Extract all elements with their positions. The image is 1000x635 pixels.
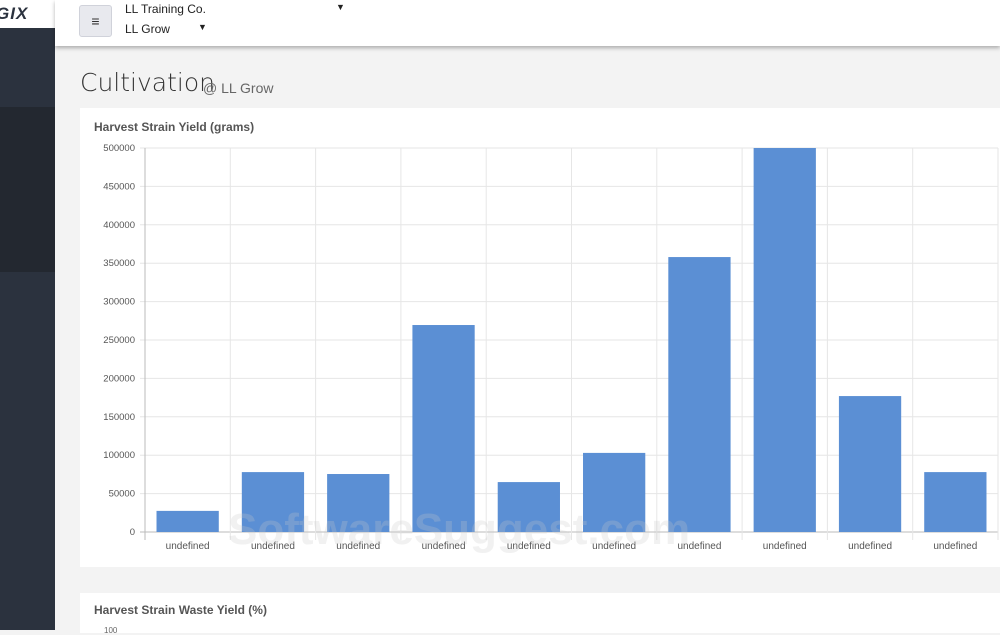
y-tick-label: 250000: [103, 335, 135, 346]
bar: [497, 482, 560, 532]
bar: [156, 510, 219, 532]
bar: [327, 474, 390, 532]
sidebar-active-section[interactable]: [0, 107, 55, 272]
bar: [838, 396, 902, 532]
x-tick-label: undefined: [592, 541, 636, 552]
yield-chart-card: Harvest Strain Yield (grams) 0 50000 10000…: [80, 108, 1000, 567]
y-tick-label: 0: [130, 527, 135, 538]
bar: [668, 257, 731, 532]
x-tick-label: undefined: [677, 541, 721, 552]
caret-down-icon[interactable]: ▼: [198, 22, 207, 32]
hamburger-icon: ≡: [91, 13, 100, 29]
x-tick-label: undefined: [763, 541, 807, 552]
y-tick-label: 350000: [103, 258, 135, 269]
page-subtitle: @ LL Grow: [203, 80, 274, 96]
bar: [924, 472, 987, 532]
logo[interactable]: GIX: [0, 0, 55, 28]
top-bar: ≡ LL Training Co. ▼ LL Grow ▼: [55, 0, 1000, 46]
x-tick-label: undefined: [166, 541, 210, 552]
y-tick-label: 500000: [103, 143, 135, 154]
y-tick-label: 50000: [109, 489, 135, 500]
location-select[interactable]: LL Grow: [125, 22, 170, 36]
bar: [241, 472, 305, 532]
x-tick-label: undefined: [848, 541, 892, 552]
sidebar: GIX: [0, 0, 55, 630]
x-tick-label: undefined: [507, 541, 551, 552]
x-tick-label: undefined: [422, 541, 466, 552]
y-tick-label: 300000: [103, 297, 135, 308]
y-tick-label: 400000: [103, 220, 135, 231]
y-tick-label: 100: [104, 626, 118, 635]
y-tick-label: 450000: [103, 181, 135, 192]
x-tick-label: undefined: [251, 541, 295, 552]
waste-chart-card: Harvest Strain Waste Yield (%) 100: [80, 593, 1000, 635]
bar: [753, 148, 816, 532]
yield-bar-chart: 0 50000 100000 150000 200000 250000 300000 3500…: [103, 143, 999, 552]
x-tick-label: undefined: [933, 541, 977, 552]
y-tick-label: 100000: [103, 450, 135, 461]
chart-title: Harvest Strain Waste Yield (%): [94, 603, 267, 617]
x-tick-label: undefined: [336, 541, 380, 552]
y-tick-label: 150000: [103, 412, 135, 423]
caret-down-icon[interactable]: ▼: [336, 2, 345, 12]
menu-toggle-button[interactable]: ≡: [79, 5, 112, 37]
organization-select[interactable]: LL Training Co.: [125, 2, 206, 16]
bar: [412, 325, 475, 532]
bar: [583, 452, 646, 532]
y-tick-label: 200000: [103, 373, 135, 384]
page-title: Cultivation: [80, 68, 215, 97]
